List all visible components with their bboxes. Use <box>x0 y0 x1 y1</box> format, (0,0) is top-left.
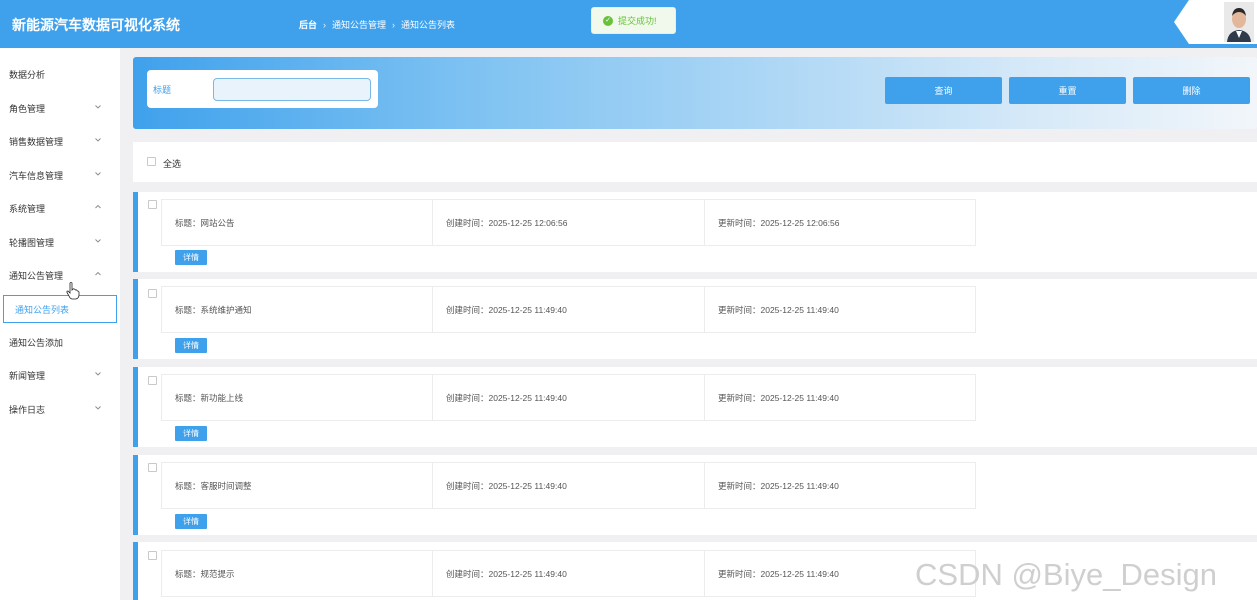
select-all-label: 全选 <box>163 159 182 169</box>
notice-card: 标题：新功能上线 创建时间：2025-12-25 11:49:40 更新时间：2… <box>133 367 1257 447</box>
select-all-bar <box>133 142 1257 182</box>
check-circle-icon: ✓ <box>603 15 613 26</box>
sidebar-item-label: 通知公告管理 <box>9 271 64 281</box>
sidebar-item-notice-add[interactable]: 通知公告添加 <box>0 326 120 359</box>
sidebar-item-label: 新闻管理 <box>9 371 46 381</box>
sidebar-item-news-management[interactable]: 新闻管理 <box>0 359 120 392</box>
notice-created-time: 创建时间：2025-12-25 11:49:40 <box>432 550 705 597</box>
detail-button[interactable]: 详情 <box>175 338 207 353</box>
sidebar-item-system-management[interactable]: 系统管理 <box>0 192 120 225</box>
reset-button[interactable]: 重置 <box>1009 77 1126 104</box>
breadcrumb-notice-management[interactable]: 通知公告管理 <box>332 18 386 31</box>
notice-updated-time: 更新时间：2025-12-25 11:49:40 <box>704 286 976 333</box>
row-checkbox[interactable] <box>148 289 157 298</box>
chevron-up-icon <box>95 204 101 209</box>
chevron-down-icon <box>95 406 101 410</box>
breadcrumb-home[interactable]: 后台 <box>299 18 317 31</box>
notice-card: 标题：客服时间调整 创建时间：2025-12-25 11:49:40 更新时间：… <box>133 455 1257 535</box>
sidebar-item-car-info[interactable]: 汽车信息管理 <box>0 159 120 192</box>
sidebar-item-label: 通知公告添加 <box>9 338 64 348</box>
top-header: 新能源汽车数据可视化系统 后台 › 通知公告管理 › 通知公告列表 ✓ 提交成功… <box>0 0 1257 48</box>
notice-title: 标题：系统维护通知 <box>161 286 433 333</box>
notice-title: 标题：客服时间调整 <box>161 462 433 509</box>
row-checkbox[interactable] <box>148 376 157 385</box>
notice-title: 标题：新功能上线 <box>161 374 433 421</box>
toast-message: 提交成功! <box>618 16 657 26</box>
sidebar-item-label: 操作日志 <box>9 405 46 415</box>
search-title-input[interactable] <box>213 78 371 101</box>
delete-button[interactable]: 删除 <box>1133 77 1250 104</box>
sidebar-item-label: 轮播图管理 <box>9 238 55 248</box>
success-toast: ✓ 提交成功! <box>591 7 676 34</box>
sidebar-item-label: 销售数据管理 <box>9 137 64 147</box>
sidebar-item-operation-log[interactable]: 操作日志 <box>0 393 120 426</box>
chevron-down-icon <box>95 105 101 109</box>
sidebar-item-data-analysis[interactable]: 数据分析 <box>0 58 120 91</box>
breadcrumb-notice-list: 通知公告列表 <box>401 20 456 30</box>
notice-created-time: 创建时间：2025-12-25 11:49:40 <box>432 374 705 421</box>
app-title: 新能源汽车数据可视化系统 <box>12 17 180 33</box>
notice-title: 标题：网站公告 <box>161 199 433 246</box>
notice-created-time: 创建时间：2025-12-25 11:49:40 <box>432 462 705 509</box>
chevron-right-icon: › <box>392 19 396 30</box>
row-checkbox[interactable] <box>148 551 157 560</box>
sidebar-item-sales-data[interactable]: 销售数据管理 <box>0 125 120 158</box>
sidebar-item-label: 通知公告列表 <box>15 304 70 315</box>
sidebar-item-label: 系统管理 <box>9 204 46 214</box>
row-checkbox[interactable] <box>148 200 157 209</box>
notice-created-time: 创建时间：2025-12-25 12:06:56 <box>432 199 705 246</box>
sidebar-item-notice-management[interactable]: 通知公告管理 <box>0 259 120 292</box>
sidebar-item-carousel[interactable]: 轮播图管理 <box>0 226 120 259</box>
notice-updated-time: 更新时间：2025-12-25 12:06:56 <box>704 199 976 246</box>
detail-button[interactable]: 详情 <box>175 426 207 441</box>
avatar[interactable] <box>1224 2 1254 42</box>
chevron-down-icon <box>95 239 101 243</box>
chevron-down-icon <box>95 172 101 176</box>
select-all-checkbox[interactable] <box>147 157 156 166</box>
notice-title: 标题：规范提示 <box>161 550 433 597</box>
sidebar-item-label: 汽车信息管理 <box>9 171 64 181</box>
watermark: CSDN @Biye_Design <box>915 557 1217 592</box>
chevron-up-icon <box>95 271 101 276</box>
sidebar-item-label: 数据分析 <box>9 70 46 80</box>
sidebar-item-role-management[interactable]: 角色管理 <box>0 92 120 125</box>
sidebar-item-label: 角色管理 <box>9 104 46 114</box>
chevron-right-icon: › <box>323 19 327 30</box>
row-checkbox[interactable] <box>148 463 157 472</box>
detail-button[interactable]: 详情 <box>175 514 207 529</box>
chevron-down-icon <box>95 138 101 142</box>
user-area[interactable] <box>1174 0 1257 44</box>
notice-card: 标题：网站公告 创建时间：2025-12-25 12:06:56 更新时间：20… <box>133 192 1257 272</box>
chevron-down-icon <box>95 372 101 376</box>
notice-updated-time: 更新时间：2025-12-25 11:49:40 <box>704 374 976 421</box>
sidebar-item-notice-list[interactable]: 通知公告列表 <box>3 295 117 323</box>
notice-created-time: 创建时间：2025-12-25 11:49:40 <box>432 286 705 333</box>
search-title-label: 标题 <box>153 85 172 95</box>
notice-card: 标题：系统维护通知 创建时间：2025-12-25 11:49:40 更新时间：… <box>133 279 1257 359</box>
query-button[interactable]: 查询 <box>885 77 1002 104</box>
detail-button[interactable]: 详情 <box>175 250 207 265</box>
notice-updated-time: 更新时间：2025-12-25 11:49:40 <box>704 462 976 509</box>
breadcrumb: 后台 › 通知公告管理 › 通知公告列表 <box>299 18 455 31</box>
hand-pointer-icon <box>66 282 80 300</box>
